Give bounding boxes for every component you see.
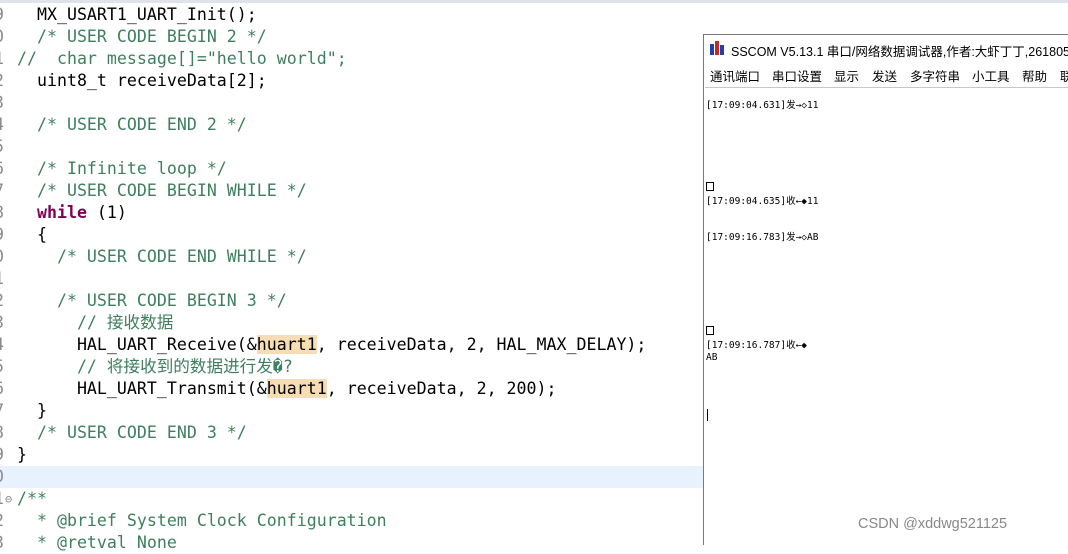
code-text: } [17, 401, 47, 420]
sscom-menubar: 通讯端口 串口设置 显示 发送 多字符串 小工具 帮助 联 [704, 63, 1068, 85]
code-text: /* USER CODE END WHILE */ [17, 247, 307, 266]
log-line: [17:09:04.631]发→◇11 [706, 100, 819, 111]
line-number: 2 [0, 290, 10, 312]
code-text: /* USER CODE BEGIN 2 */ [17, 27, 267, 46]
line-number: 4 [0, 114, 10, 136]
code-text: /* Infinite loop */ [17, 159, 227, 178]
code-text: HAL_UART_Receive(&huart1, receiveData, 2… [17, 335, 647, 354]
receive-area[interactable]: [17:09:04.631]发→◇11 [17:09:04.635]收←◆11 … [705, 87, 1068, 546]
code-text: { [17, 225, 47, 244]
line-number: 0 [0, 26, 10, 48]
code-text: } [17, 445, 27, 464]
menu-comm-port[interactable]: 通讯端口 [710, 66, 760, 85]
fold-toggle-icon[interactable]: ⊖ [5, 488, 12, 510]
line-number: 0 [0, 466, 10, 488]
code-text: /** [17, 489, 47, 508]
log-line: AB [706, 352, 718, 363]
line-number: 3 [0, 92, 10, 114]
log-line: [17:09:04.635]收←◆11 [706, 196, 819, 207]
menu-more[interactable]: 联 [1060, 66, 1068, 85]
sscom-app-icon [710, 41, 724, 55]
line-number: 7 [0, 180, 10, 202]
line-number: 1 [0, 268, 10, 290]
line-number: 6 [0, 158, 10, 180]
line-number: 8 [0, 202, 10, 224]
menu-tools[interactable]: 小工具 [972, 66, 1010, 85]
line-number: 9 [0, 224, 10, 246]
line-number: 9 [0, 444, 10, 466]
control-char-box [706, 182, 714, 195]
line-number: 5 [0, 136, 10, 158]
line-number: 1 [0, 48, 10, 70]
line-number: 2 [0, 510, 10, 532]
code-text: /* USER CODE END 2 */ [17, 115, 247, 134]
code-text: /* USER CODE BEGIN WHILE */ [17, 181, 307, 200]
code-text: // 接收数据 [17, 313, 174, 332]
text-caret [707, 409, 708, 421]
code-text: // char message[]="hello world"; [17, 49, 347, 68]
line-number: 5 [0, 356, 10, 378]
code-text: uint8_t receiveData[2]; [17, 71, 267, 90]
code-text: * @retval None [17, 533, 177, 552]
code-text: HAL_UART_Transmit(&huart1, receiveData, … [17, 379, 557, 398]
code-text: /* USER CODE END 3 */ [17, 423, 247, 442]
line-number: 2 [0, 70, 10, 92]
code-text: while (1) [36, 203, 127, 222]
csdn-watermark: CSDN @xddwg521125 [858, 516, 1008, 532]
line-number: 4 [0, 334, 10, 356]
line-number: 0 [0, 246, 10, 268]
editor-top-border [0, 0, 1068, 3]
sscom-window[interactable]: SSCOM V5.13.1 串口/网络数据调试器,作者:大虾丁丁,2618058… [703, 34, 1068, 546]
log-line: [17:09:16.787]收←◆ [706, 340, 808, 351]
code-text: // 将接收到的数据进行发�? [17, 357, 293, 376]
sscom-title: SSCOM V5.13.1 串口/网络数据调试器,作者:大虾丁丁,2618058… [731, 45, 1068, 59]
code-text: /* USER CODE BEGIN 3 */ [17, 291, 287, 310]
log-line: [17:09:16.783]发→◇AB [706, 232, 819, 243]
menu-send[interactable]: 发送 [872, 66, 897, 85]
control-char-box [706, 326, 714, 339]
line-number: 6 [0, 378, 10, 400]
code-text: * @brief System Clock Configuration [17, 511, 387, 530]
line-number: 8 [0, 422, 10, 444]
code-text: MX_USART1_UART_Init(); [17, 5, 257, 24]
menu-display[interactable]: 显示 [834, 66, 859, 85]
line-number: 9 [0, 4, 10, 26]
code-line[interactable]: 9 MX_USART1_UART_Init(); [0, 4, 1068, 26]
menu-multi-string[interactable]: 多字符串 [910, 66, 960, 85]
menu-serial-settings[interactable]: 串口设置 [772, 66, 822, 85]
line-number: 7 [0, 400, 10, 422]
line-number: 3 [0, 532, 10, 554]
menu-help[interactable]: 帮助 [1022, 66, 1047, 85]
sscom-titlebar[interactable]: SSCOM V5.13.1 串口/网络数据调试器,作者:大虾丁丁,2618058… [704, 35, 1068, 63]
line-number: 3 [0, 312, 10, 334]
